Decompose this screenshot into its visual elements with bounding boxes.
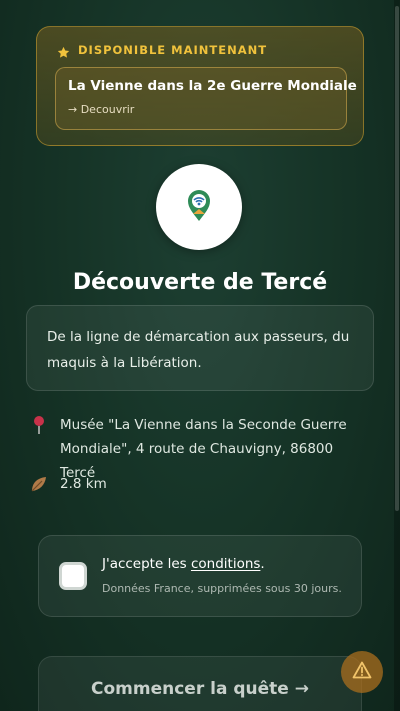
scrollbar-thumb[interactable] — [395, 6, 399, 511]
available-quest-title: La Vienne dans la 2e Guerre Mondiale — [68, 78, 357, 94]
available-now-title: DISPONIBLE MAINTENANT — [78, 43, 268, 57]
quest-description: De la ligne de démarcation aux passeurs,… — [26, 305, 374, 391]
conditions-link[interactable]: conditions — [191, 556, 260, 572]
scrollbar[interactable] — [394, 0, 400, 711]
start-quest-button[interactable]: Commencer la quête → — [38, 656, 362, 711]
consent-suffix: . — [260, 556, 265, 572]
star-icon — [57, 44, 70, 58]
available-now-card: DISPONIBLE MAINTENANT La Vienne dans la … — [36, 26, 364, 146]
available-now-header: DISPONIBLE MAINTENANT — [57, 43, 268, 58]
terms-checkbox[interactable] — [59, 562, 87, 590]
leaf-icon — [30, 472, 48, 496]
data-notice: Données France, supprimées sous 30 jours… — [102, 582, 342, 595]
report-warning-button[interactable] — [341, 651, 383, 693]
quest-description-text: De la ligne de démarcation aux passeurs,… — [47, 329, 350, 371]
distance-row: 2.8 km — [30, 472, 107, 496]
page-title: Découverte de Tercé — [72, 270, 328, 295]
pushpin-icon — [30, 413, 48, 437]
consent-box: J'accepte les conditions. Données France… — [38, 535, 362, 617]
distance-text: 2.8 km — [60, 476, 107, 492]
consent-label: J'accepte les conditions. — [102, 556, 265, 572]
discover-link[interactable]: → Decouvrir — [68, 103, 334, 116]
map-pin-logo-icon — [184, 188, 214, 226]
warning-icon — [352, 661, 372, 683]
available-quest-item[interactable]: La Vienne dans la 2e Guerre Mondiale → D… — [55, 67, 357, 130]
consent-prefix: J'accepte les — [102, 556, 191, 572]
quest-logo — [156, 164, 242, 250]
